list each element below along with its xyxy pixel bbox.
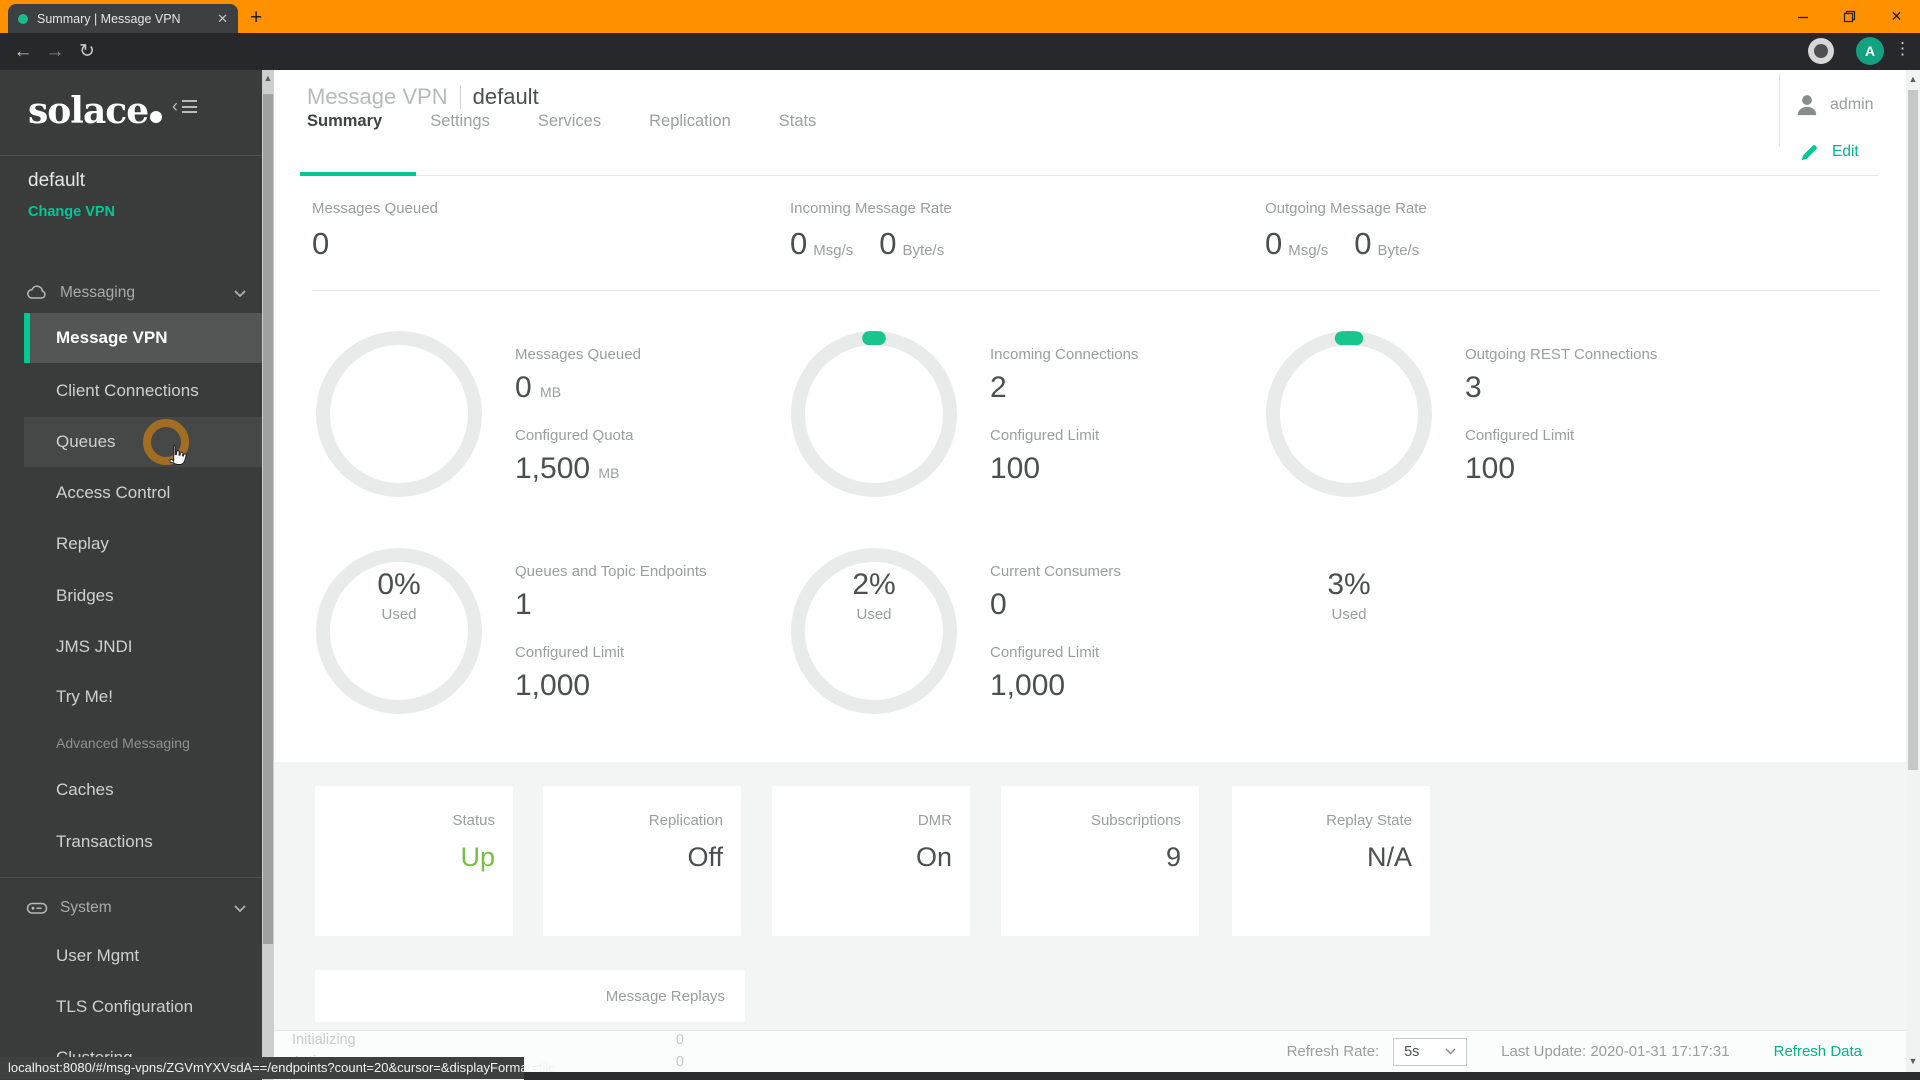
sidebar-section-messaging[interactable]: Messaging [0, 278, 262, 308]
sidebar-divider [0, 877, 262, 878]
gauge-text-outgoing-rest-connections: Outgoing REST Connections 3 Configured L… [1465, 346, 1658, 485]
refresh-rate-select[interactable]: 5s [1393, 1037, 1468, 1066]
refresh-rate-label: Refresh Rate: [1286, 1043, 1380, 1060]
sidebar-item-user-mgmt[interactable]: User Mgmt [24, 931, 262, 981]
tab-stats[interactable]: Stats [779, 112, 817, 145]
breadcrumb: Message VPN default [307, 84, 539, 110]
message-replays-card: Message Replays [315, 970, 745, 1022]
replay-row-initializing: Initializing 0 [292, 1032, 684, 1048]
bottom-strip [524, 1072, 1920, 1080]
gauge-text-queues-topic-endpoints: Queues and Topic Endpoints 1 Configured … [515, 563, 707, 702]
card-replay-state: Replay State N/A [1232, 786, 1430, 936]
sidebar-item-access-control[interactable]: Access Control [24, 468, 262, 518]
card-dmr: DMR On [772, 786, 970, 936]
card-subscriptions: Subscriptions 9 [1001, 786, 1199, 936]
scroll-up-arrow[interactable]: ▲ [1906, 74, 1920, 84]
sidebar-item-transactions[interactable]: Transactions [24, 817, 262, 867]
reload-button[interactable]: ↻ [72, 33, 102, 70]
user-avatar-icon [1797, 95, 1817, 116]
tab-services[interactable]: Services [538, 112, 601, 145]
tab-close-icon[interactable]: ✕ [217, 11, 228, 27]
sidebar-item-try-me[interactable]: Try Me! [24, 672, 262, 722]
gauge-queues-topic-endpoints: 0%Used [311, 543, 487, 840]
cloud-icon [26, 284, 48, 302]
browser-toolbar: ← → ↻ i localhost:8080/#/msg-vpns/ZGVmYX… [0, 33, 1920, 100]
main-scrollbar[interactable]: ▲ ▼ [1906, 70, 1920, 1080]
stat-incoming-message-rate: Incoming Message Rate 0 Msg/s 0 Byte/s [790, 200, 952, 261]
breadcrumb-section: Message VPN [307, 84, 448, 109]
sidebar-item-jms-jndi[interactable]: JMS JNDI [24, 622, 262, 672]
status-badge: Up [460, 842, 495, 872]
header-divider [1779, 74, 1780, 146]
page-title: default [472, 84, 539, 109]
pencil-icon [1801, 145, 1817, 161]
card-replication: Replication Off [543, 786, 741, 936]
sidebar-collapse-icon[interactable]: ‹ [172, 96, 197, 117]
user-name: admin [1830, 96, 1874, 113]
sidebar-item-caches[interactable]: Caches [24, 765, 262, 815]
window-minimize-button[interactable] [1779, 0, 1826, 33]
gauge-text-messages-queued: Messages Queued 0 MB Configured Quota 1,… [515, 346, 641, 485]
sidebar-item-bridges[interactable]: Bridges [24, 571, 262, 621]
link-preview-statusbar: localhost:8080/#/msg-vpns/ZGVmYXVsdA==/e… [0, 1057, 555, 1079]
sidebar-item-replay[interactable]: Replay [24, 519, 262, 569]
refresh-data-link[interactable]: Refresh Data [1774, 1043, 1862, 1060]
card-status: Status Up [315, 786, 513, 936]
chevron-down-icon [234, 904, 246, 912]
back-button[interactable]: ← [8, 33, 38, 70]
gauge-text-current-consumers: Current Consumers 0 Configured Limit 1,0… [990, 563, 1121, 702]
gauge-text-incoming-connections: Incoming Connections 2 Configured Limit … [990, 346, 1139, 485]
sidebar-item-advanced-messaging[interactable]: Advanced Messaging [24, 724, 262, 762]
breadcrumb-divider [459, 85, 461, 109]
solace-logo-dot [150, 111, 163, 123]
tab-settings[interactable]: Settings [430, 112, 490, 145]
stat-outgoing-message-rate: Outgoing Message Rate 0 Msg/s 0 Byte/s [1265, 200, 1427, 261]
sidebar-scrollbar[interactable]: ▲ [262, 70, 274, 1080]
gauge-incoming-connections: 2% Used [786, 326, 962, 623]
tabs-border [307, 175, 1879, 176]
new-tab-button[interactable]: + [250, 5, 262, 31]
chevron-down-icon [1445, 1048, 1456, 1055]
change-vpn-link[interactable]: Change VPN [28, 204, 115, 220]
edit-button[interactable]: Edit [1800, 142, 1859, 162]
current-vpn-name: default [28, 170, 86, 191]
sidebar-item-tls-configuration[interactable]: TLS Configuration [24, 982, 262, 1032]
window-restore-button[interactable] [1826, 0, 1873, 33]
user-menu[interactable]: admin [1794, 92, 1874, 118]
sidebar-section-system[interactable]: System [0, 893, 262, 923]
sidebar-item-client-connections[interactable]: Client Connections [24, 366, 262, 416]
sidebar: solace ‹ default Change VPN Messaging Me… [0, 70, 262, 1080]
sidebar-item-message-vpn[interactable]: Message VPN [24, 313, 262, 363]
scroll-down-arrow[interactable]: ▼ [1906, 1056, 1920, 1066]
solace-logo: solace [28, 90, 163, 132]
main-content: Message VPN default admin Edit Summary S… [274, 70, 1906, 1080]
page-tabs: Summary Settings Services Replication St… [307, 112, 816, 145]
scroll-up-arrow[interactable]: ▲ [262, 73, 274, 83]
scrollbar-thumb[interactable] [263, 94, 273, 944]
system-icon [26, 900, 48, 916]
browser-tab[interactable]: Summary | Message VPN ✕ [8, 4, 238, 33]
browser-titlebar: Summary | Message VPN ✕ + ✕ [0, 0, 1920, 33]
chevron-down-icon [234, 289, 246, 297]
browser-menu-icon[interactable]: ⋮ [1894, 39, 1911, 59]
window-close-button[interactable]: ✕ [1873, 0, 1920, 33]
tab-replication[interactable]: Replication [649, 112, 731, 145]
click-indicator-ring [143, 419, 189, 465]
gauge-outgoing-rest-connections: 3% Used [1261, 326, 1437, 623]
tab-summary[interactable]: Summary [307, 112, 382, 145]
stats-border [312, 290, 1879, 291]
hand-cursor-icon [169, 444, 187, 465]
active-tab-indicator [300, 172, 416, 176]
scrollbar-thumb[interactable] [1908, 90, 1918, 770]
extension-icon[interactable] [1808, 38, 1834, 64]
gauge-current-consumers: 0%Used [786, 543, 962, 840]
tab-title: Summary | Message VPN [37, 11, 181, 26]
forward-button[interactable]: → [40, 33, 70, 70]
gauge-messages-queued: 0% Used [311, 326, 487, 623]
stat-messages-queued: Messages Queued 0 [312, 200, 438, 261]
last-update-text: Last Update: 2020-01-31 17:17:31 [1501, 1043, 1730, 1060]
tab-favicon [18, 13, 28, 24]
browser-profile-avatar[interactable]: A [1856, 37, 1884, 65]
